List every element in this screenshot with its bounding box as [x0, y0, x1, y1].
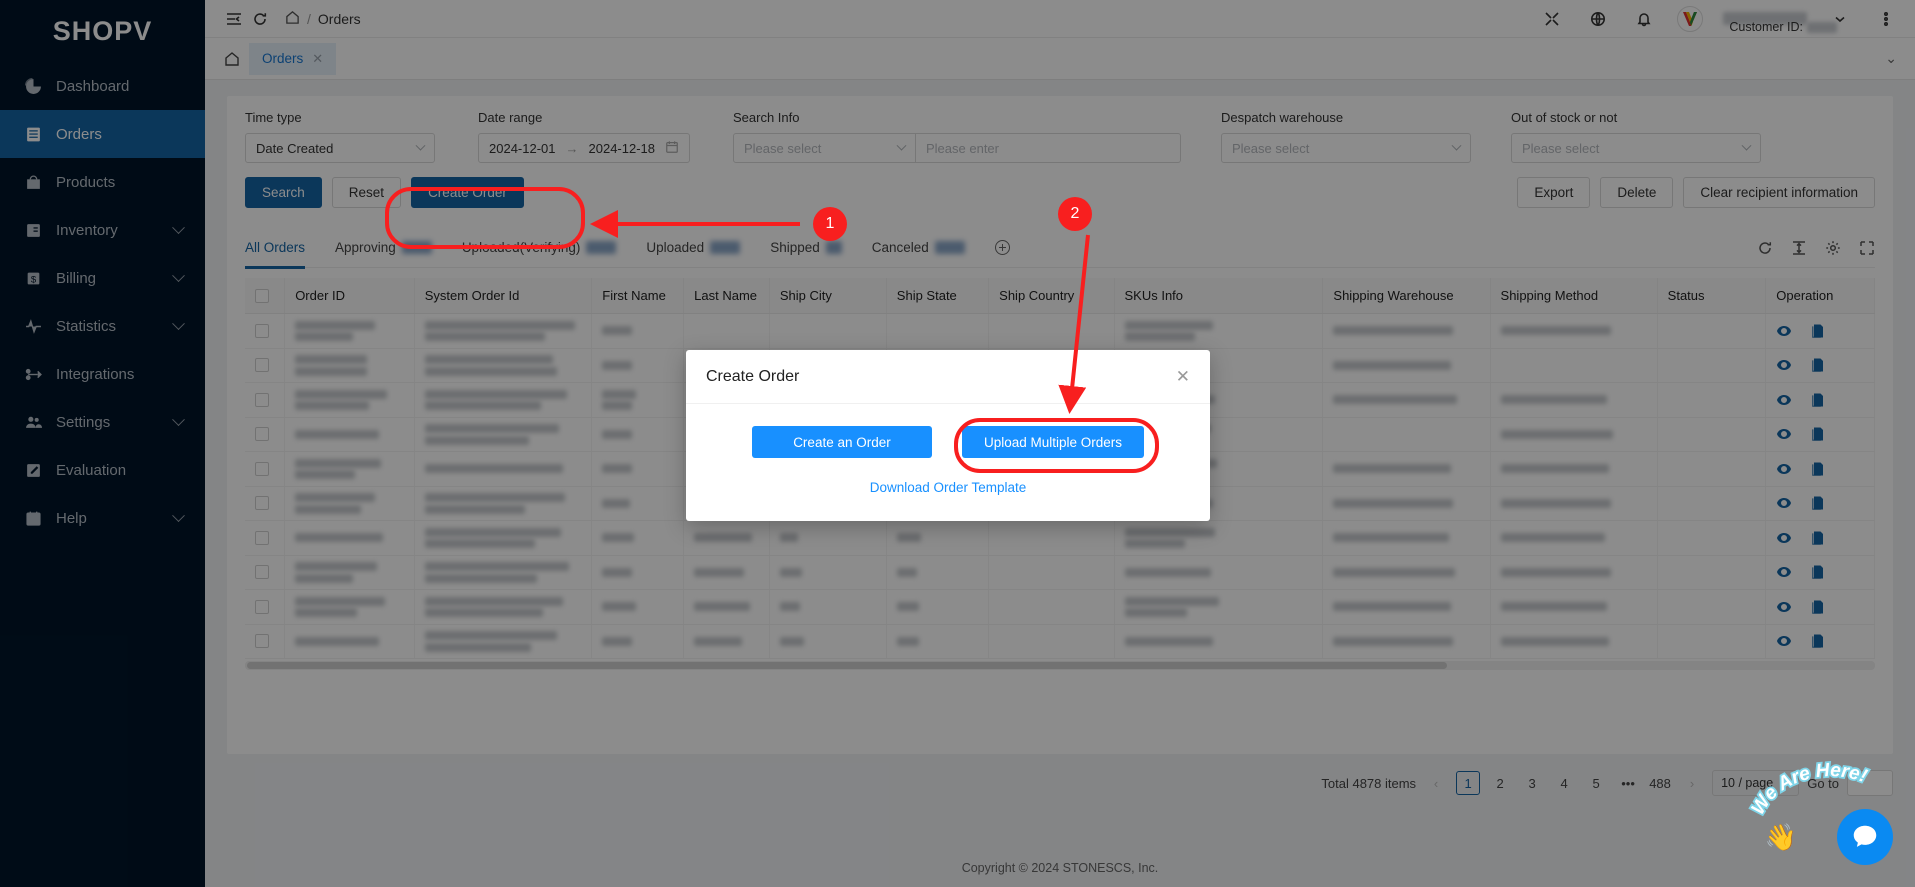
- download-order-template-link[interactable]: Download Order Template: [706, 480, 1190, 495]
- wave-hand-icon: 👋: [1764, 822, 1797, 852]
- modal-header: Create Order ✕: [686, 350, 1210, 404]
- chat-label-text: We Are Here!: [1746, 758, 1872, 820]
- svg-text:We Are Here!: We Are Here!: [1748, 760, 1870, 819]
- app-root: SHOPV Dashboard Orders Products Inventor…: [0, 0, 1915, 887]
- chat-widget-button[interactable]: [1837, 809, 1893, 865]
- annotation-highlight-upload-multiple: [954, 418, 1159, 473]
- chat-bubble-icon: [1853, 825, 1877, 847]
- modal-title: Create Order: [706, 367, 800, 385]
- annotation-marker-1: 1: [813, 207, 847, 241]
- close-icon[interactable]: ✕: [1176, 367, 1190, 387]
- annotation-marker-2: 2: [1058, 197, 1092, 231]
- create-an-order-button[interactable]: Create an Order: [751, 426, 932, 458]
- annotation-highlight-create-order: [385, 187, 585, 249]
